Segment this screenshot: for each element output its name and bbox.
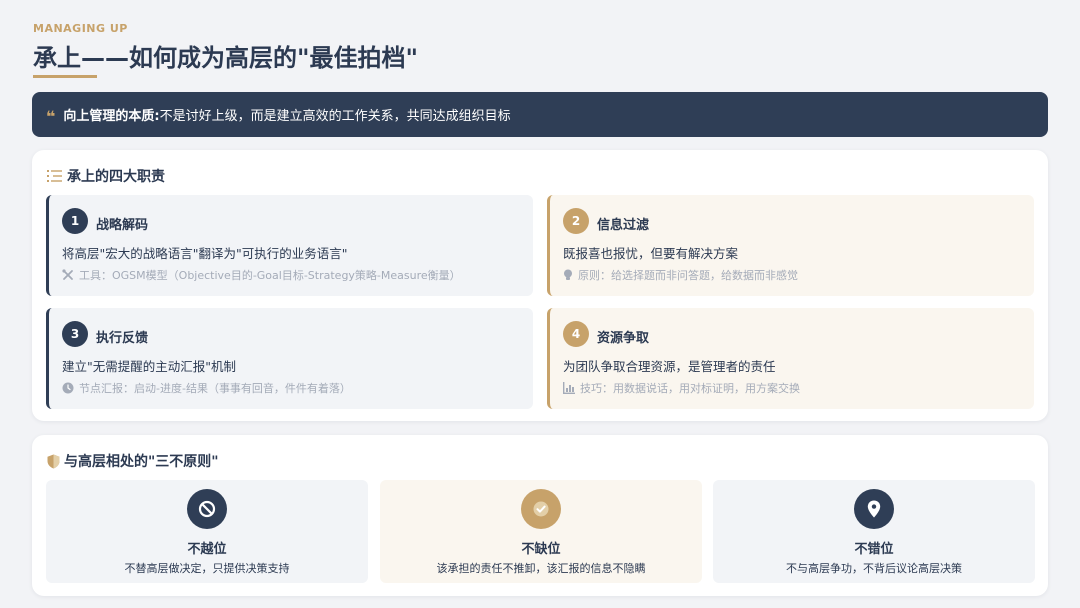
duty-number-badge: 1 xyxy=(62,208,88,234)
duty-title: 战略解码 xyxy=(96,218,149,233)
four-duties-title: 承上的四大职责 xyxy=(67,169,165,185)
principle-description: 不替高层做决定，只提供决策支持 xyxy=(124,562,290,575)
duty-description: 为团队争取合理资源，是管理者的责任 xyxy=(563,359,776,374)
duty-note-text: 节点汇报：启动-进度-结果（事事有回音，件件有着落） xyxy=(79,382,351,395)
duty-number-badge: 4 xyxy=(563,321,589,347)
duty-note: 工具：OGSM模型（Objective目的-Goal目标-Strategy策略-… xyxy=(62,267,461,283)
list-icon xyxy=(47,169,63,183)
page-title: 承上——如何成为高层的"最佳拍档" xyxy=(33,44,419,72)
duty-description: 将高层"宏大的战略语言"翻译为"可执行的业务语言" xyxy=(62,246,348,261)
duty-item-resource-acquisition: 4 资源争取 为团队争取合理资源，是管理者的责任 技巧：用数据说话，用对标证明，… xyxy=(547,308,1034,409)
ban-icon xyxy=(187,489,227,529)
principle-description: 该承担的责任不推卸，该汇报的信息不隐瞒 xyxy=(436,562,646,575)
duty-title: 信息过滤 xyxy=(597,218,650,233)
duty-note-text: 原则：给选择题而非问答题，给数据而非感觉 xyxy=(578,269,798,282)
duty-description: 既报喜也报忧，但要有解决方案 xyxy=(563,246,739,261)
duty-item-execution-feedback: 3 执行反馈 建立"无需提醒的主动汇报"机制 节点汇报：启动-进度-结果（事事有… xyxy=(46,308,533,409)
map-pin-icon xyxy=(854,489,894,529)
principle-title: 不越位 xyxy=(187,542,227,557)
duty-number-badge: 2 xyxy=(563,208,589,234)
shield-icon xyxy=(47,454,60,469)
duty-title: 执行反馈 xyxy=(96,331,149,346)
duty-item-information-filtering: 2 信息过滤 既报喜也报忧，但要有解决方案 原则：给选择题而非问答题，给数据而非… xyxy=(547,195,1034,296)
principle-no-absence: 不缺位 该承担的责任不推卸，该汇报的信息不隐瞒 xyxy=(380,480,702,583)
lightbulb-icon xyxy=(563,269,573,281)
banner-text: 不是讨好上级，而是建立高效的工作关系，共同达成组织目标 xyxy=(159,109,511,124)
title-underline xyxy=(33,75,97,78)
principle-title: 不错位 xyxy=(854,542,894,557)
kicker-text: MANAGING UP xyxy=(33,22,128,35)
duty-note: 节点汇报：启动-进度-结果（事事有回音，件件有着落） xyxy=(62,380,351,396)
principle-no-overstep: 不越位 不替高层做决定，只提供决策支持 xyxy=(46,480,368,583)
duty-note: 技巧：用数据说话，用对标证明，用方案交换 xyxy=(563,380,800,396)
check-circle-icon xyxy=(521,489,561,529)
four-duties-header: 承上的四大职责 xyxy=(47,166,165,186)
essence-banner: ❝ 向上管理的本质: 不是讨好上级，而是建立高效的工作关系，共同达成组织目标 xyxy=(32,92,1048,137)
quote-icon: ❝ xyxy=(46,106,56,126)
duty-description: 建立"无需提醒的主动汇报"机制 xyxy=(62,359,236,374)
principle-no-misplacement: 不错位 不与高层争功，不背后议论高层决策 xyxy=(713,480,1035,583)
chart-icon xyxy=(563,382,575,394)
duty-number-badge: 3 xyxy=(62,321,88,347)
principle-description: 不与高层争功，不背后议论高层决策 xyxy=(786,562,962,575)
duty-note-text: 技巧：用数据说话，用对标证明，用方案交换 xyxy=(580,382,800,395)
tools-icon xyxy=(62,269,74,281)
banner-label: 向上管理的本质: xyxy=(63,109,160,124)
four-duties-card: 承上的四大职责 1 战略解码 将高层"宏大的战略语言"翻译为"可执行的业务语言"… xyxy=(32,150,1048,421)
three-principles-title: 与高层相处的"三不原则" xyxy=(64,454,219,470)
duty-note-text: 工具：OGSM模型（Objective目的-Goal目标-Strategy策略-… xyxy=(79,269,461,282)
three-principles-header: 与高层相处的"三不原则" xyxy=(47,451,219,471)
three-principles-card: 与高层相处的"三不原则" 不越位 不替高层做决定，只提供决策支持 不缺位 该承担… xyxy=(32,435,1048,596)
principle-title: 不缺位 xyxy=(521,542,561,557)
duty-item-strategy-decoding: 1 战略解码 将高层"宏大的战略语言"翻译为"可执行的业务语言" 工具：OGSM… xyxy=(46,195,533,296)
duty-title: 资源争取 xyxy=(597,331,650,346)
duty-note: 原则：给选择题而非问答题，给数据而非感觉 xyxy=(563,267,798,283)
clock-icon xyxy=(62,382,74,394)
